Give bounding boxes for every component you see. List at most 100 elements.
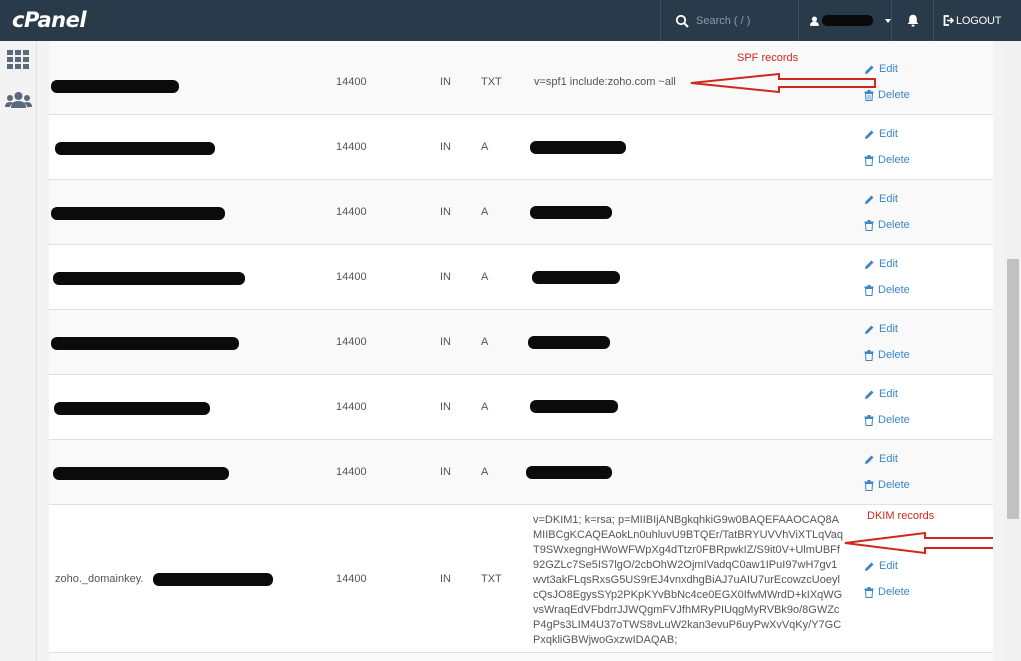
record-name-redacted: [51, 80, 179, 93]
delete-button[interactable]: Delete: [864, 349, 910, 361]
record-ttl: 14400: [336, 206, 367, 218]
delete-label[interactable]: Delete: [878, 414, 910, 426]
record-class: IN: [440, 206, 451, 218]
edit-button[interactable]: Edit: [864, 560, 898, 572]
record-class: IN: [440, 141, 451, 153]
logout-button[interactable]: LOGOUT: [933, 0, 1021, 41]
edit-label[interactable]: Edit: [879, 323, 898, 335]
logout-label[interactable]: LOGOUT: [956, 15, 1001, 27]
record-class: IN: [440, 466, 451, 478]
record-ttl: 14400: [336, 271, 367, 283]
edit-label[interactable]: Edit: [879, 453, 898, 465]
table-row: 14400 IN A Edit Delete: [49, 115, 993, 180]
users-icon[interactable]: [5, 89, 32, 111]
search-icon: [675, 14, 689, 28]
pencil-icon: [865, 562, 874, 571]
spf-arrow-icon: [690, 72, 876, 94]
record-name-redacted: [51, 207, 225, 220]
edit-label[interactable]: Edit: [879, 193, 898, 205]
edit-button[interactable]: Edit: [864, 323, 898, 335]
record-class: IN: [440, 401, 451, 413]
edit-label[interactable]: Edit: [879, 128, 898, 140]
record-type: A: [481, 401, 489, 413]
delete-button[interactable]: Delete: [864, 479, 910, 491]
record-ttl: 14400: [336, 466, 367, 478]
record-value-redacted: [530, 141, 626, 154]
pencil-icon: [865, 260, 874, 269]
record-name-redacted: [53, 467, 229, 480]
delete-button[interactable]: Delete: [864, 219, 910, 231]
record-ttl: 14400: [336, 401, 367, 413]
table-row: 14400 IN A Edit Delete: [49, 440, 993, 505]
record-name: zoho._domainkey.: [55, 573, 144, 585]
edit-button[interactable]: Edit: [864, 453, 898, 465]
delete-label[interactable]: Delete: [878, 349, 910, 361]
edit-button[interactable]: Edit: [864, 128, 898, 140]
cpanel-logo[interactable]: cPanel: [12, 8, 87, 32]
record-type: A: [481, 141, 489, 153]
record-ttl: 14400: [336, 76, 367, 88]
record-type: A: [481, 206, 489, 218]
scrollbar-thumb[interactable]: [1007, 259, 1019, 519]
pencil-icon: [865, 390, 874, 399]
record-value-redacted: [526, 466, 612, 479]
search-box[interactable]: Search ( / ): [660, 0, 798, 41]
trash-icon: [864, 284, 874, 296]
edit-button[interactable]: Edit: [864, 193, 898, 205]
notifications-button[interactable]: [891, 0, 933, 41]
record-class: IN: [440, 271, 451, 283]
delete-button[interactable]: Delete: [864, 154, 910, 166]
dns-records-table: 14400 IN TXT v=spf1 include:zoho.com ~al…: [49, 41, 993, 661]
record-name-redacted: [153, 573, 273, 586]
record-class: IN: [440, 76, 451, 88]
delete-label[interactable]: Delete: [878, 479, 910, 491]
left-sidebar: [0, 41, 37, 661]
delete-label[interactable]: Delete: [878, 154, 910, 166]
logout-icon: [943, 15, 954, 26]
delete-button[interactable]: Delete: [864, 414, 910, 426]
table-row: 14400 IN A Edit Delete: [49, 310, 993, 375]
top-navbar: cPanel Search ( / ) LOGOUT: [0, 0, 1021, 41]
record-value-redacted: [530, 206, 612, 219]
record-value: v=DKIM1; k=rsa; p=MIIBIjANBgkqhkiG9w0BAQ…: [533, 514, 843, 646]
record-ttl: 14400: [336, 141, 367, 153]
spf-annotation: SPF records: [737, 52, 799, 64]
delete-label[interactable]: Delete: [878, 219, 910, 231]
table-row: 14400 IN A Edit Delete: [49, 375, 993, 440]
dkim-annotation: DKIM records: [867, 510, 935, 522]
trash-icon: [864, 414, 874, 426]
search-placeholder[interactable]: Search ( / ): [696, 15, 750, 27]
delete-button[interactable]: Delete: [864, 284, 910, 296]
record-name-redacted: [55, 142, 215, 155]
edit-button[interactable]: Edit: [864, 258, 898, 270]
record-class: IN: [440, 573, 451, 585]
edit-label[interactable]: Edit: [879, 63, 898, 75]
user-menu[interactable]: [798, 0, 891, 41]
trash-icon: [864, 154, 874, 166]
record-name-redacted: [51, 337, 239, 350]
delete-label[interactable]: Delete: [878, 89, 910, 101]
delete-button[interactable]: Delete: [864, 586, 910, 598]
record-type: A: [481, 271, 489, 283]
edit-label[interactable]: Edit: [879, 560, 898, 572]
delete-label[interactable]: Delete: [878, 586, 910, 598]
edit-label[interactable]: Edit: [879, 258, 898, 270]
trash-icon: [864, 219, 874, 231]
edit-label[interactable]: Edit: [879, 388, 898, 400]
user-icon: [810, 15, 819, 26]
record-value-redacted: [528, 336, 610, 349]
record-value-redacted: [532, 271, 620, 284]
table-row: zoho._domainkey. 14400 IN TXT v=DKIM1; k…: [49, 505, 993, 653]
record-value-redacted: [530, 400, 618, 413]
delete-label[interactable]: Delete: [878, 284, 910, 296]
bell-icon: [907, 14, 918, 27]
table-row: [49, 653, 993, 661]
edit-button[interactable]: Edit: [864, 388, 898, 400]
trash-icon: [864, 586, 874, 598]
record-ttl: 14400: [336, 336, 367, 348]
trash-icon: [864, 349, 874, 361]
apps-grid-icon[interactable]: [5, 49, 32, 71]
username-redacted: [821, 15, 873, 26]
record-name-redacted: [54, 402, 210, 415]
record-type: A: [481, 466, 489, 478]
